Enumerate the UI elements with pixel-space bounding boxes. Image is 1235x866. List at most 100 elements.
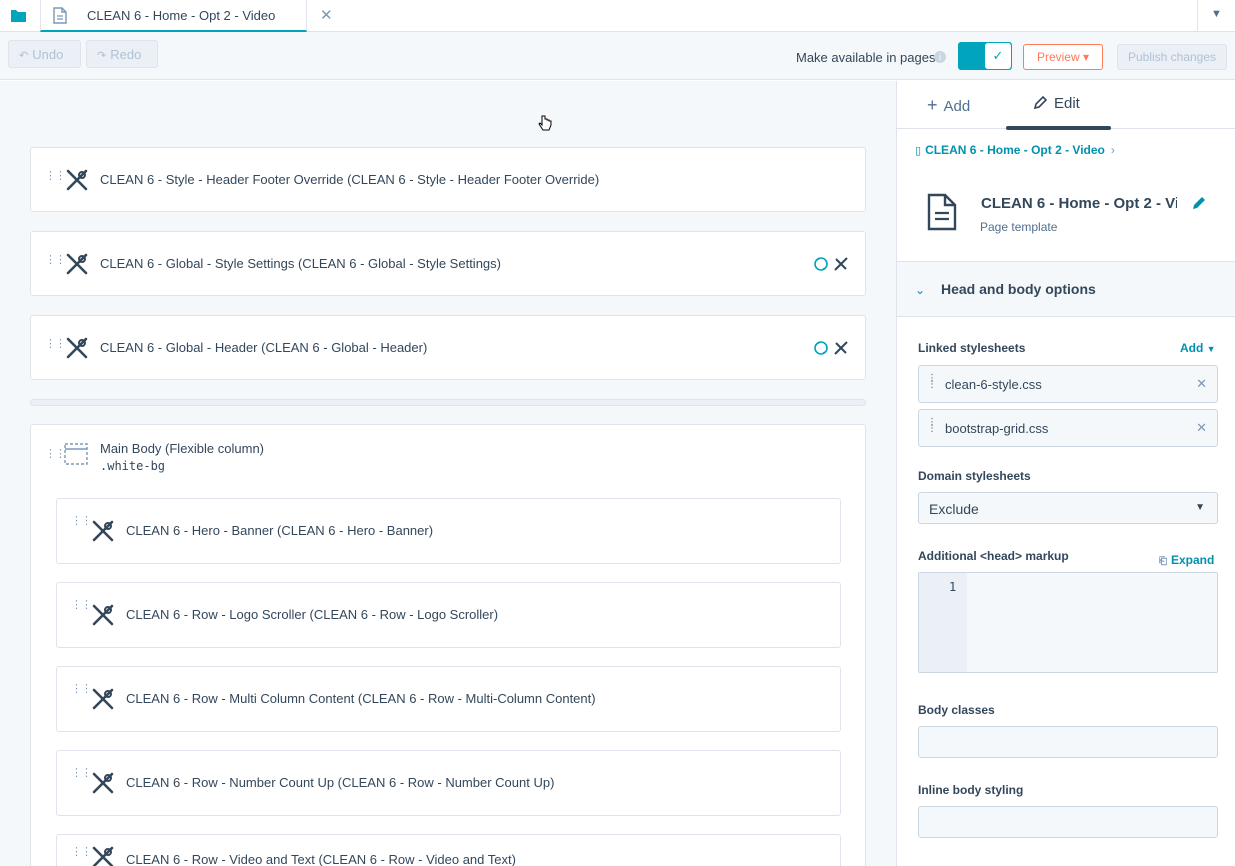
tab-edit[interactable]: Edit <box>1033 95 1080 114</box>
close-icon[interactable]: ✕ <box>320 6 333 24</box>
section-divider[interactable] <box>30 399 866 406</box>
document-icon: ▯ <box>915 145 922 157</box>
active-tab-indicator <box>1006 126 1111 130</box>
editor-toolbar: ↶ Undo ↷ Redo Make available in pages i ✓ … <box>0 32 1235 80</box>
info-icon[interactable]: i <box>934 51 946 63</box>
tab-menu-button[interactable]: ▼ <box>1197 0 1235 32</box>
module-row[interactable]: ⋮⋮ CLEAN 6 - Global - Style Settings (CL… <box>30 231 866 296</box>
tools-icon <box>91 771 115 795</box>
preview-button[interactable]: Preview ▾ <box>1023 44 1103 70</box>
detach-icon[interactable] <box>833 340 849 361</box>
domain-stylesheets-select[interactable]: Exclude ▼ <box>918 492 1218 524</box>
main-body-class: .white-bg <box>100 459 166 473</box>
domain-stylesheets-label: Domain stylesheets <box>918 469 1031 483</box>
tools-icon <box>91 603 115 627</box>
redo-button[interactable]: ↷ Redo <box>86 40 158 68</box>
caret-down-icon: ▼ <box>1195 502 1205 513</box>
available-in-pages-label: Make available in pages <box>796 50 936 65</box>
plus-icon: + <box>927 95 938 115</box>
tools-icon <box>65 168 89 192</box>
undo-icon: ↶ <box>19 50 29 62</box>
undo-button[interactable]: ↶ Undo <box>8 40 81 68</box>
main-body-title: Main Body (Flexible column) <box>100 441 265 456</box>
module-label: CLEAN 6 - Row - Multi Column Content (CL… <box>126 691 596 706</box>
caret-down-icon: ▼ <box>1206 344 1216 354</box>
head-markup-label: Additional <head> markup <box>918 549 1069 563</box>
linked-stylesheets-label: Linked stylesheets <box>918 341 1026 355</box>
module-row[interactable]: ⋮⋮ CLEAN 6 - Row - Logo Scroller (CLEAN … <box>56 582 841 648</box>
tools-icon <box>65 336 89 360</box>
drag-handle-icon[interactable]: ⋮⋮ <box>45 254 66 265</box>
module-row[interactable]: ⋮⋮ CLEAN 6 - Row - Video and Text (CLEAN… <box>56 834 841 866</box>
hand-cursor-icon <box>537 115 553 138</box>
module-label: CLEAN 6 - Global - Header (CLEAN 6 - Glo… <box>100 339 428 355</box>
drag-handle-icon[interactable]: ⋮⋮ <box>71 684 92 695</box>
module-row[interactable]: ⋮⋮ CLEAN 6 - Row - Multi Column Content … <box>56 666 841 732</box>
checkmark-icon: ✓ <box>985 43 1011 69</box>
template-name: CLEAN 6 - Home - Opt 2 - Video <box>981 195 1177 212</box>
tab-add[interactable]: + Add <box>927 95 970 116</box>
remove-icon[interactable]: ✕ <box>1196 376 1207 392</box>
flexible-column-icon <box>64 442 88 471</box>
folder-icon[interactable] <box>10 8 27 28</box>
redo-icon: ↷ <box>97 50 107 62</box>
module-row[interactable]: ⋮⋮ CLEAN 6 - Row - Number Count Up (CLEA… <box>56 750 841 816</box>
available-in-pages-toggle[interactable]: ✓ <box>958 42 1012 70</box>
global-module-icon[interactable] <box>813 340 829 361</box>
document-icon <box>53 7 67 29</box>
drag-handle-icon[interactable]: ⋮⋮ <box>45 338 66 349</box>
stylesheet-item[interactable]: ⋮ ⋮ clean-6-style.css ✕ <box>918 365 1218 403</box>
drag-handle-icon[interactable]: ⋮⋮ <box>71 768 92 779</box>
stylesheet-name: bootstrap-grid.css <box>945 421 1049 436</box>
remove-icon[interactable]: ✕ <box>1196 420 1207 436</box>
tools-icon <box>91 519 115 543</box>
panel-tabs: + Add Edit <box>897 81 1235 130</box>
module-label: CLEAN 6 - Row - Number Count Up (CLEAN 6… <box>126 775 555 790</box>
tab-template[interactable]: CLEAN 6 - Home - Opt 2 - Video ✕ <box>40 0 333 32</box>
stylesheet-name: clean-6-style.css <box>945 377 1042 392</box>
module-label: CLEAN 6 - Row - Logo Scroller (CLEAN 6 -… <box>126 607 499 622</box>
drag-handle-icon[interactable]: ⋮⋮ <box>71 600 92 611</box>
body-classes-label: Body classes <box>918 703 995 717</box>
module-label: CLEAN 6 - Global - Style Settings (CLEAN… <box>100 255 501 271</box>
main-body-column[interactable]: ⋮⋮ Main Body (Flexible column) .white-bg… <box>30 424 866 866</box>
drag-handle-icon[interactable]: ⋮⋮ <box>71 847 92 858</box>
drag-handle-icon[interactable]: ⋮⋮ <box>45 170 66 181</box>
layout-canvas: ⋮⋮ CLEAN 6 - Style - Header Footer Overr… <box>0 81 896 866</box>
detach-icon[interactable] <box>833 256 849 277</box>
head-body-options-header[interactable]: ⌄ Head and body options <box>897 261 1235 317</box>
module-row[interactable]: ⋮⋮ CLEAN 6 - Hero - Banner (CLEAN 6 - He… <box>56 498 841 564</box>
head-markup-editor[interactable]: 1 <box>918 572 1218 673</box>
module-label: CLEAN 6 - Row - Video and Text (CLEAN 6 … <box>126 852 516 866</box>
settings-panel: + Add Edit ▯ CLEAN 6 - Home - Opt 2 - Vide… <box>896 81 1235 866</box>
line-number-gutter <box>919 573 967 672</box>
pencil-icon <box>1033 95 1048 114</box>
stylesheet-item[interactable]: ⋮ ⋮ bootstrap-grid.css ✕ <box>918 409 1218 447</box>
line-number: 1 <box>949 580 957 594</box>
module-label: CLEAN 6 - Hero - Banner (CLEAN 6 - Hero … <box>126 523 434 538</box>
drag-handle-icon[interactable]: ⋮⋮ <box>45 449 66 460</box>
chevron-down-icon: ⌄ <box>915 283 926 297</box>
section-title: Head and body options <box>941 281 1096 297</box>
module-row[interactable]: ⋮⋮ CLEAN 6 - Global - Header (CLEAN 6 - … <box>30 315 866 380</box>
publish-changes-button[interactable]: Publish changes <box>1117 44 1227 70</box>
template-type: Page template <box>980 220 1058 234</box>
drag-handle-icon[interactable]: ⋮⋮ <box>71 516 92 527</box>
tools-icon <box>91 687 115 711</box>
drag-handle-icon[interactable]: ⋮⋮ <box>927 374 937 390</box>
expand-link[interactable]: ⎗ Expand <box>1159 553 1214 567</box>
edit-name-pencil-icon[interactable] <box>1191 195 1207 216</box>
select-value: Exclude <box>929 501 979 517</box>
tab-bar: CLEAN 6 - Home - Opt 2 - Video ✕ ▼ <box>0 0 1235 32</box>
module-row[interactable]: ⋮⋮ CLEAN 6 - Style - Header Footer Overr… <box>30 147 866 212</box>
global-module-icon[interactable] <box>813 256 829 277</box>
drag-handle-icon[interactable]: ⋮⋮ <box>927 418 937 434</box>
page-template-icon <box>927 193 957 236</box>
tools-icon <box>65 252 89 276</box>
inline-body-styling-input[interactable] <box>918 806 1218 838</box>
chevron-right-icon: › <box>1110 143 1115 157</box>
chevron-down-icon: ▼ <box>1211 8 1222 20</box>
add-stylesheet-dropdown[interactable]: Add ▼ <box>1180 341 1216 355</box>
body-classes-input[interactable] <box>918 726 1218 758</box>
breadcrumb[interactable]: ▯ CLEAN 6 - Home - Opt 2 - Video › <box>915 143 1115 157</box>
